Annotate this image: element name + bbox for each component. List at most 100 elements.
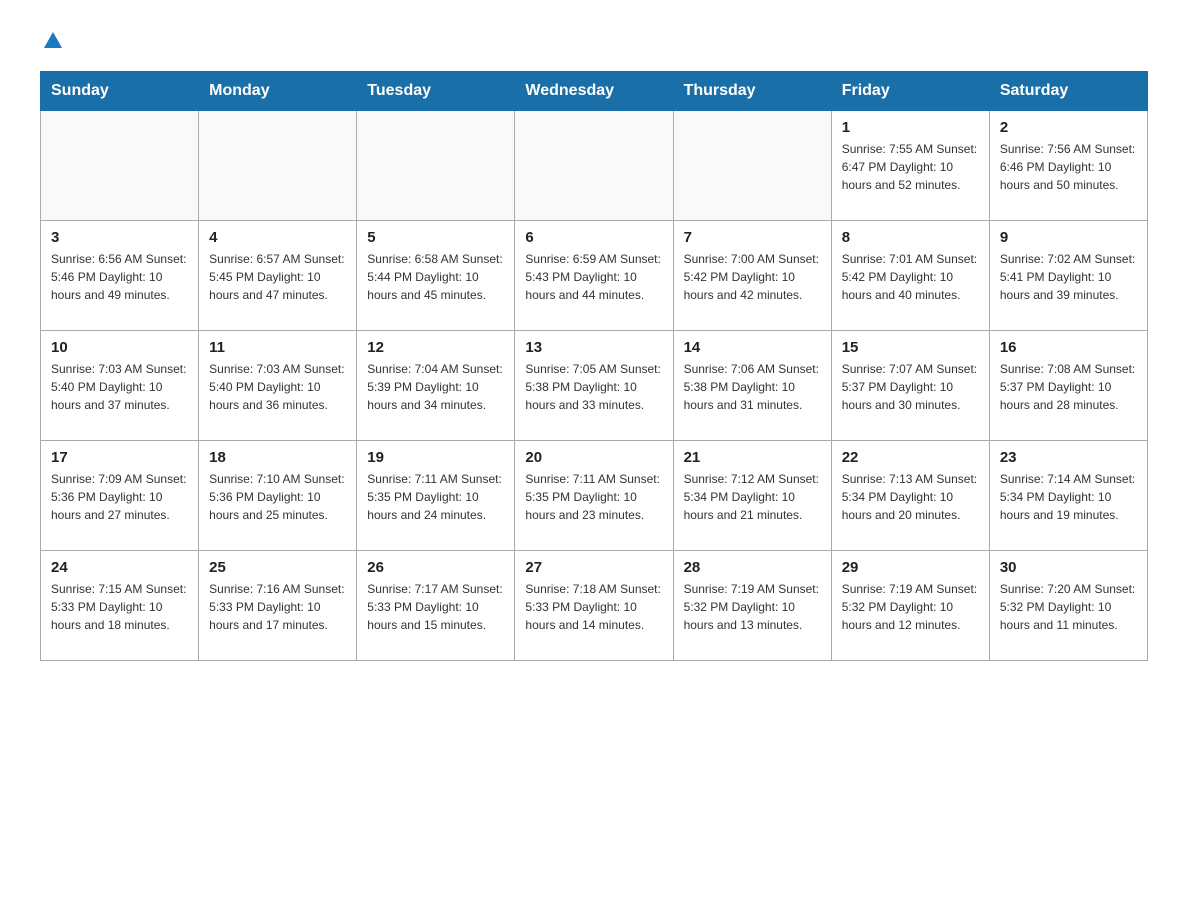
day-number: 20 xyxy=(525,449,662,466)
day-info: Sunrise: 7:09 AM Sunset: 5:36 PM Dayligh… xyxy=(51,470,188,524)
calendar-cell: 24 Sunrise: 7:15 AM Sunset: 5:33 PM Dayli… xyxy=(41,551,199,661)
calendar-cell: 11Sunrise: 7:03 AM Sunset: 5:40 PM Dayli… xyxy=(199,331,357,441)
calendar-table: SundayMondayTuesdayWednesdayThursdayFrid… xyxy=(40,71,1148,661)
calendar-header-wednesday: Wednesday xyxy=(515,72,673,111)
day-number: 25 xyxy=(209,559,346,576)
day-info: Sunrise: 6:56 AM Sunset: 5:46 PM Dayligh… xyxy=(51,250,188,304)
calendar-cell xyxy=(41,111,199,221)
day-number: 8 xyxy=(842,229,979,246)
calendar-cell: 1Sunrise: 7:55 AM Sunset: 6:47 PM Daylig… xyxy=(831,111,989,221)
calendar-cell: 25Sunrise: 7:16 AM Sunset: 5:33 PM Dayli… xyxy=(199,551,357,661)
calendar-cell: 16 Sunrise: 7:08 AM Sunset: 5:37 PM Dayli… xyxy=(989,331,1147,441)
calendar-cell: 21 Sunrise: 7:12 AM Sunset: 5:34 PM Dayli… xyxy=(673,441,831,551)
calendar-cell: 18 Sunrise: 7:10 AM Sunset: 5:36 PM Dayli… xyxy=(199,441,357,551)
day-number: 28 xyxy=(684,559,821,576)
day-info: Sunrise: 7:02 AM Sunset: 5:41 PM Dayligh… xyxy=(1000,250,1137,304)
day-info: Sunrise: 6:58 AM Sunset: 5:44 PM Dayligh… xyxy=(367,250,504,304)
calendar-cell: 28 Sunrise: 7:19 AM Sunset: 5:32 PM Dayli… xyxy=(673,551,831,661)
day-number: 17 xyxy=(51,449,188,466)
day-info: Sunrise: 7:05 AM Sunset: 5:38 PM Dayligh… xyxy=(525,360,662,414)
calendar-cell: 10 Sunrise: 7:03 AM Sunset: 5:40 PM Dayli… xyxy=(41,331,199,441)
day-number: 2 xyxy=(1000,119,1137,136)
day-info: Sunrise: 6:59 AM Sunset: 5:43 PM Dayligh… xyxy=(525,250,662,304)
day-number: 29 xyxy=(842,559,979,576)
day-info: Sunrise: 7:17 AM Sunset: 5:33 PM Dayligh… xyxy=(367,580,504,634)
day-number: 24 xyxy=(51,559,188,576)
calendar-cell: 6 Sunrise: 6:59 AM Sunset: 5:43 PM Daylig… xyxy=(515,221,673,331)
day-info: Sunrise: 7:12 AM Sunset: 5:34 PM Dayligh… xyxy=(684,470,821,524)
calendar-cell: 9 Sunrise: 7:02 AM Sunset: 5:41 PM Daylig… xyxy=(989,221,1147,331)
calendar-week-row: 1Sunrise: 7:55 AM Sunset: 6:47 PM Daylig… xyxy=(41,111,1148,221)
day-number: 26 xyxy=(367,559,504,576)
calendar-cell xyxy=(673,111,831,221)
calendar-header-friday: Friday xyxy=(831,72,989,111)
calendar-cell: 7 Sunrise: 7:00 AM Sunset: 5:42 PM Daylig… xyxy=(673,221,831,331)
calendar-cell xyxy=(357,111,515,221)
day-info: Sunrise: 7:55 AM Sunset: 6:47 PM Dayligh… xyxy=(842,140,979,194)
calendar-cell: 12 Sunrise: 7:04 AM Sunset: 5:39 PM Dayli… xyxy=(357,331,515,441)
day-info: Sunrise: 7:00 AM Sunset: 5:42 PM Dayligh… xyxy=(684,250,821,304)
header xyxy=(40,30,1148,51)
calendar-week-row: 3 Sunrise: 6:56 AM Sunset: 5:46 PM Daylig… xyxy=(41,221,1148,331)
calendar-header-sunday: Sunday xyxy=(41,72,199,111)
day-info: Sunrise: 7:11 AM Sunset: 5:35 PM Dayligh… xyxy=(525,470,662,524)
calendar-cell: 30 Sunrise: 7:20 AM Sunset: 5:32 PM Dayli… xyxy=(989,551,1147,661)
day-info: Sunrise: 7:11 AM Sunset: 5:35 PM Dayligh… xyxy=(367,470,504,524)
day-info: Sunrise: 7:07 AM Sunset: 5:37 PM Dayligh… xyxy=(842,360,979,414)
day-number: 3 xyxy=(51,229,188,246)
calendar-cell: 15 Sunrise: 7:07 AM Sunset: 5:37 PM Dayli… xyxy=(831,331,989,441)
day-number: 9 xyxy=(1000,229,1137,246)
day-info: Sunrise: 7:19 AM Sunset: 5:32 PM Dayligh… xyxy=(842,580,979,634)
calendar-cell xyxy=(199,111,357,221)
day-info: Sunrise: 7:15 AM Sunset: 5:33 PM Dayligh… xyxy=(51,580,188,634)
day-number: 12 xyxy=(367,339,504,356)
calendar-cell: 20 Sunrise: 7:11 AM Sunset: 5:35 PM Dayli… xyxy=(515,441,673,551)
calendar-cell: 14Sunrise: 7:06 AM Sunset: 5:38 PM Dayli… xyxy=(673,331,831,441)
day-info: Sunrise: 7:08 AM Sunset: 5:37 PM Dayligh… xyxy=(1000,360,1137,414)
day-info: Sunrise: 7:03 AM Sunset: 5:40 PM Dayligh… xyxy=(209,360,346,414)
calendar-header-saturday: Saturday xyxy=(989,72,1147,111)
day-info: Sunrise: 7:03 AM Sunset: 5:40 PM Dayligh… xyxy=(51,360,188,414)
day-info: Sunrise: 7:20 AM Sunset: 5:32 PM Dayligh… xyxy=(1000,580,1137,634)
day-info: Sunrise: 7:56 AM Sunset: 6:46 PM Dayligh… xyxy=(1000,140,1137,194)
day-number: 16 xyxy=(1000,339,1137,356)
day-number: 13 xyxy=(525,339,662,356)
calendar-header-thursday: Thursday xyxy=(673,72,831,111)
day-info: Sunrise: 7:13 AM Sunset: 5:34 PM Dayligh… xyxy=(842,470,979,524)
day-info: Sunrise: 7:04 AM Sunset: 5:39 PM Dayligh… xyxy=(367,360,504,414)
day-info: Sunrise: 7:01 AM Sunset: 5:42 PM Dayligh… xyxy=(842,250,979,304)
calendar-cell: 4Sunrise: 6:57 AM Sunset: 5:45 PM Daylig… xyxy=(199,221,357,331)
day-info: Sunrise: 7:10 AM Sunset: 5:36 PM Dayligh… xyxy=(209,470,346,524)
day-number: 10 xyxy=(51,339,188,356)
logo xyxy=(40,30,74,51)
day-info: Sunrise: 7:19 AM Sunset: 5:32 PM Dayligh… xyxy=(684,580,821,634)
day-number: 6 xyxy=(525,229,662,246)
day-number: 7 xyxy=(684,229,821,246)
day-info: Sunrise: 6:57 AM Sunset: 5:45 PM Dayligh… xyxy=(209,250,346,304)
calendar-cell: 3 Sunrise: 6:56 AM Sunset: 5:46 PM Daylig… xyxy=(41,221,199,331)
calendar-cell: 19 Sunrise: 7:11 AM Sunset: 5:35 PM Dayli… xyxy=(357,441,515,551)
day-number: 30 xyxy=(1000,559,1137,576)
page-container: SundayMondayTuesdayWednesdayThursdayFrid… xyxy=(40,30,1148,661)
calendar-cell: 26 Sunrise: 7:17 AM Sunset: 5:33 PM Dayli… xyxy=(357,551,515,661)
day-number: 23 xyxy=(1000,449,1137,466)
calendar-header-row: SundayMondayTuesdayWednesdayThursdayFrid… xyxy=(41,72,1148,111)
calendar-cell: 5Sunrise: 6:58 AM Sunset: 5:44 PM Daylig… xyxy=(357,221,515,331)
calendar-header-tuesday: Tuesday xyxy=(357,72,515,111)
day-number: 21 xyxy=(684,449,821,466)
day-number: 27 xyxy=(525,559,662,576)
calendar-cell: 27Sunrise: 7:18 AM Sunset: 5:33 PM Dayli… xyxy=(515,551,673,661)
day-number: 15 xyxy=(842,339,979,356)
calendar-cell xyxy=(515,111,673,221)
calendar-header-monday: Monday xyxy=(199,72,357,111)
calendar-cell: 8 Sunrise: 7:01 AM Sunset: 5:42 PM Daylig… xyxy=(831,221,989,331)
calendar-cell: 2 Sunrise: 7:56 AM Sunset: 6:46 PM Daylig… xyxy=(989,111,1147,221)
day-number: 18 xyxy=(209,449,346,466)
calendar-cell: 23Sunrise: 7:14 AM Sunset: 5:34 PM Dayli… xyxy=(989,441,1147,551)
day-number: 14 xyxy=(684,339,821,356)
logo-triangle-icon xyxy=(44,30,62,53)
calendar-week-row: 10 Sunrise: 7:03 AM Sunset: 5:40 PM Dayli… xyxy=(41,331,1148,441)
day-number: 22 xyxy=(842,449,979,466)
calendar-week-row: 24 Sunrise: 7:15 AM Sunset: 5:33 PM Dayli… xyxy=(41,551,1148,661)
day-number: 19 xyxy=(367,449,504,466)
